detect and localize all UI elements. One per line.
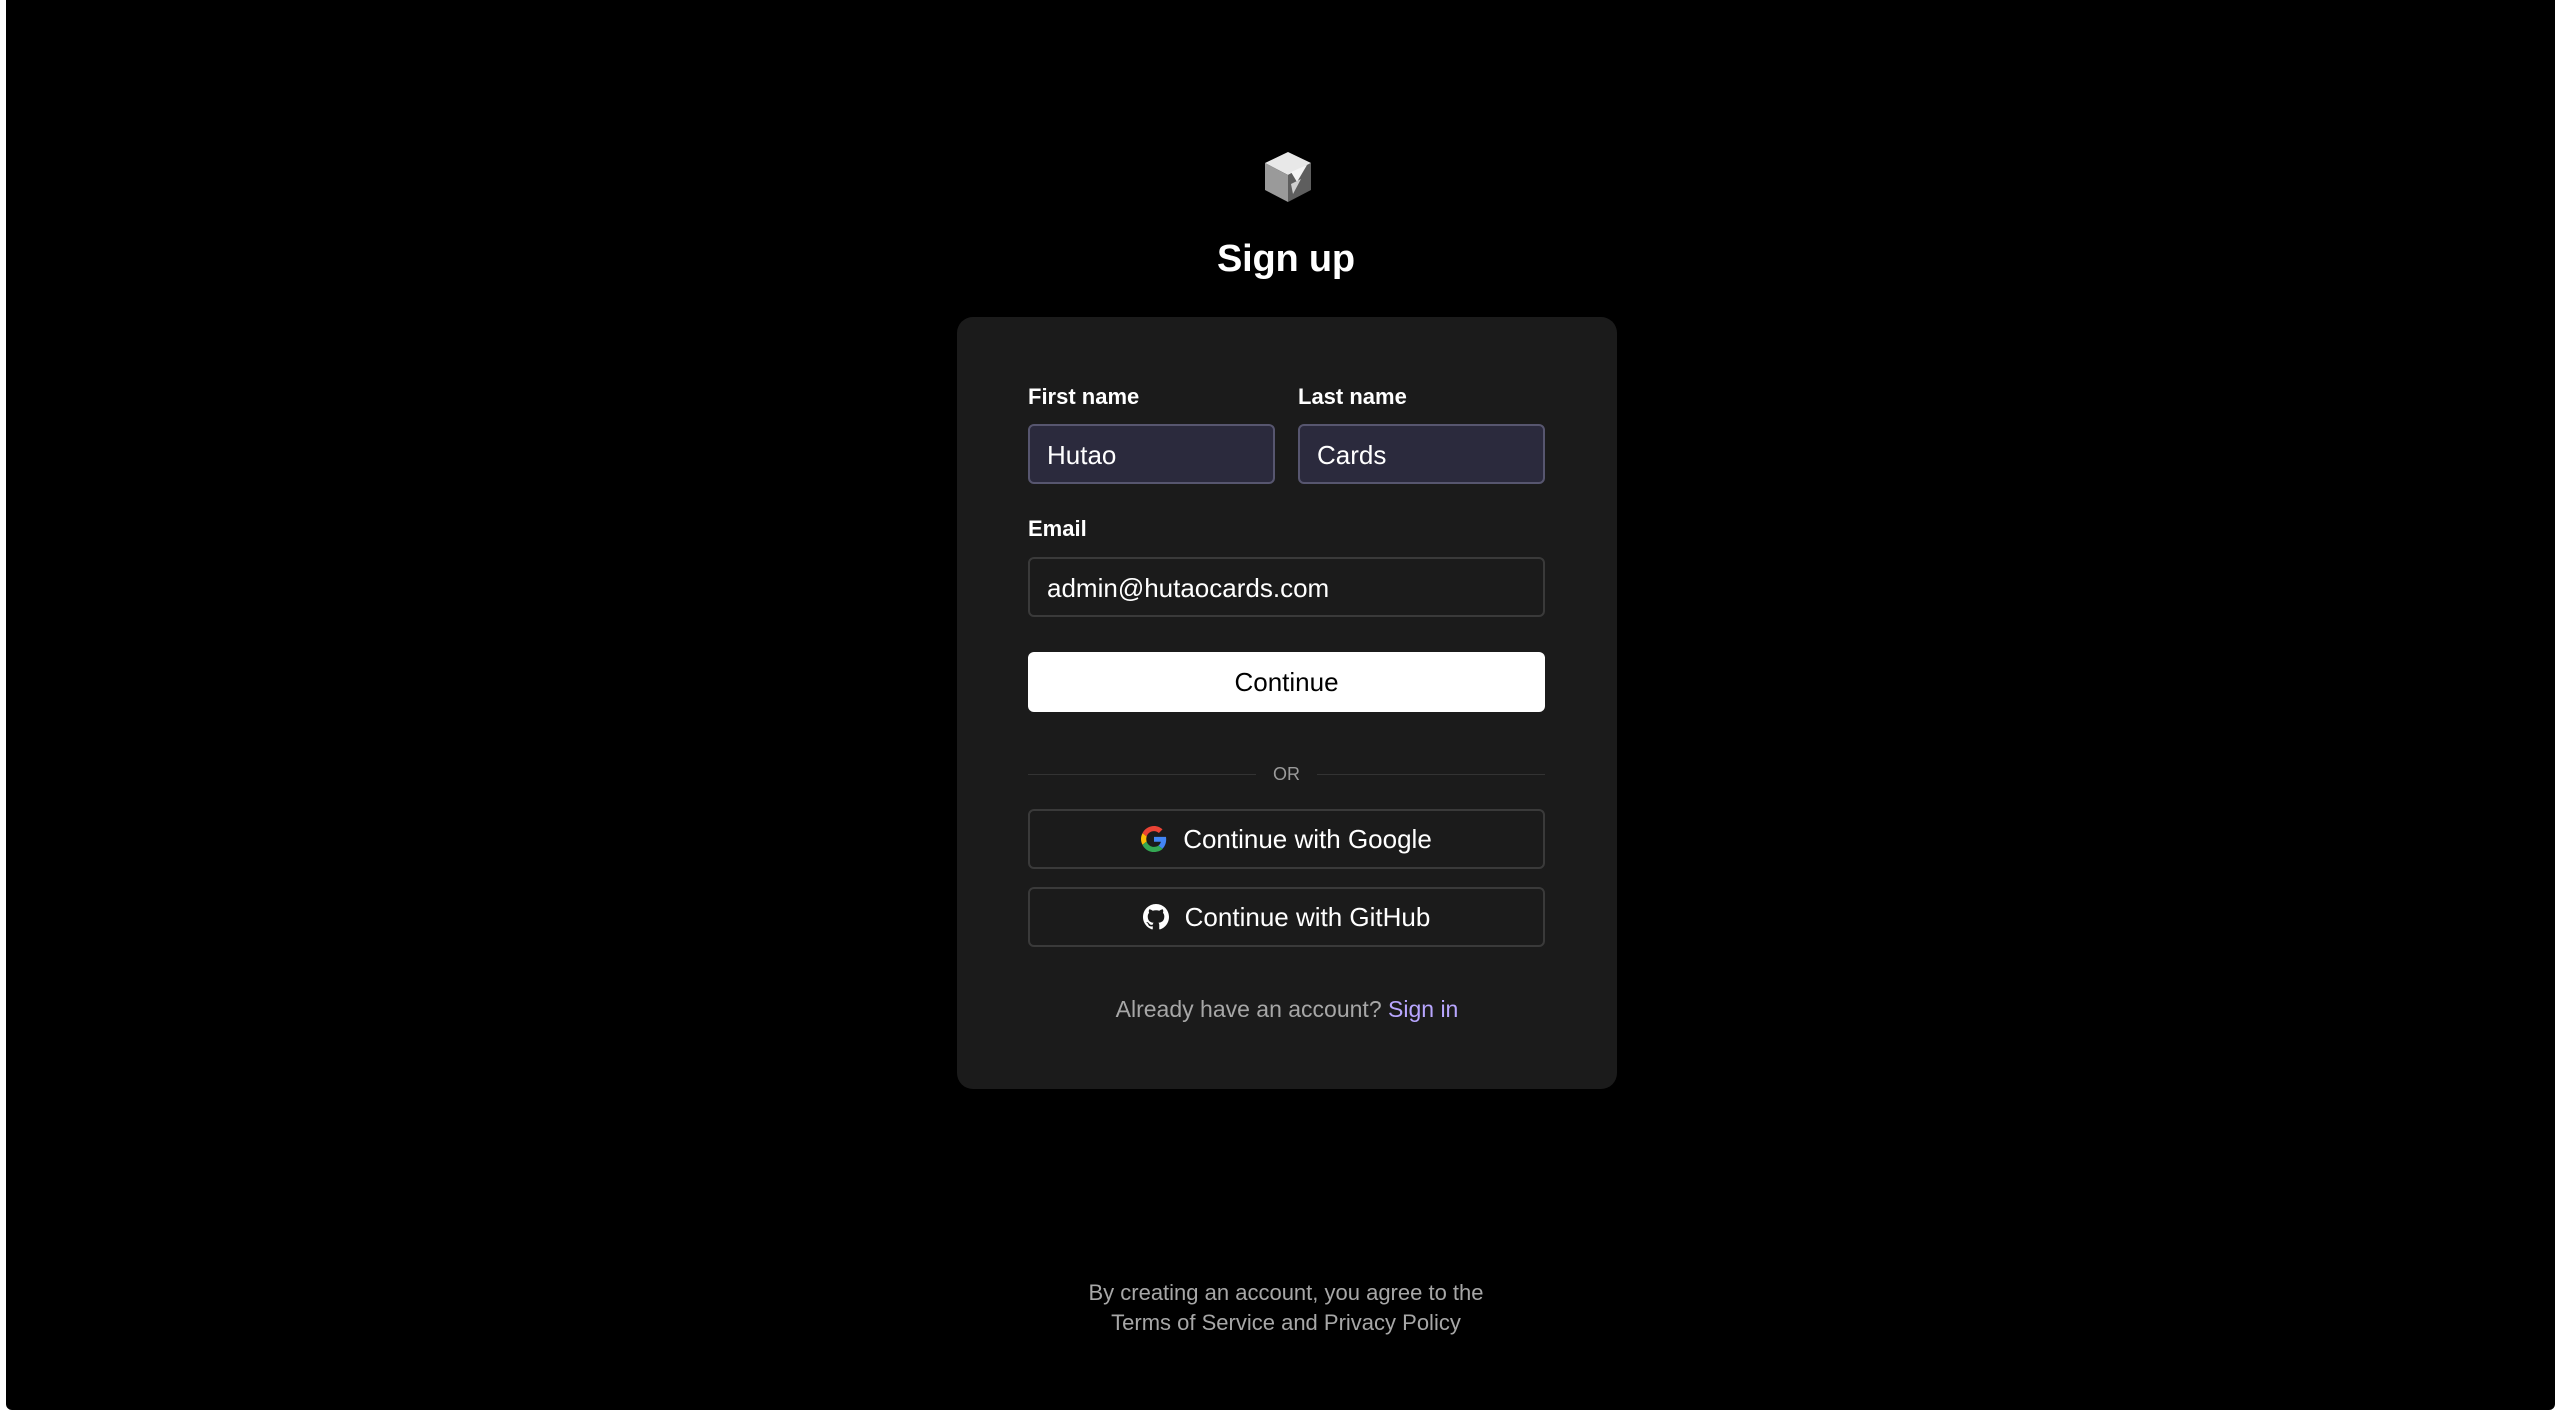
continue-with-github-button[interactable]: Continue with GitHub (1028, 887, 1545, 947)
legal-footer-line1: By creating an account, you agree to the (1088, 1280, 1484, 1305)
account-prompt-text: Already have an account? (1115, 996, 1382, 1022)
or-divider: OR (1028, 759, 1545, 789)
last-name-input[interactable]: Cards (1298, 424, 1545, 484)
email-label: Email (1028, 516, 1087, 541)
google-button-label: Continue with Google (1183, 823, 1432, 854)
legal-footer: By creating an account, you agree to the… (6, 1278, 2560, 1338)
legal-footer-line2[interactable]: Terms of Service and Privacy Policy (6, 1308, 2560, 1338)
page-title: Sign up (1217, 238, 1355, 280)
signup-card: First name Hutao Last name Cards Email a… (957, 317, 1617, 1089)
google-icon (1141, 826, 1167, 852)
last-name-label: Last name (1298, 384, 1407, 409)
github-icon (1142, 904, 1169, 930)
divider-line-right (1317, 774, 1545, 775)
signin-prompt: Already have an account? Sign in (957, 992, 1617, 1026)
first-name-label: First name (1028, 384, 1140, 409)
page-background: Sign up First name Hutao Last name Cards… (6, 0, 2555, 1410)
first-name-input[interactable]: Hutao (1028, 424, 1275, 484)
sign-in-link[interactable]: Sign in (1388, 996, 1458, 1022)
continue-with-google-button[interactable]: Continue with Google (1028, 809, 1545, 869)
continue-button[interactable]: Continue (1028, 652, 1545, 712)
cube-logo-icon (1261, 148, 1315, 206)
email-input[interactable]: admin@hutaocards.com (1028, 557, 1545, 617)
github-button-label: Continue with GitHub (1184, 901, 1431, 932)
